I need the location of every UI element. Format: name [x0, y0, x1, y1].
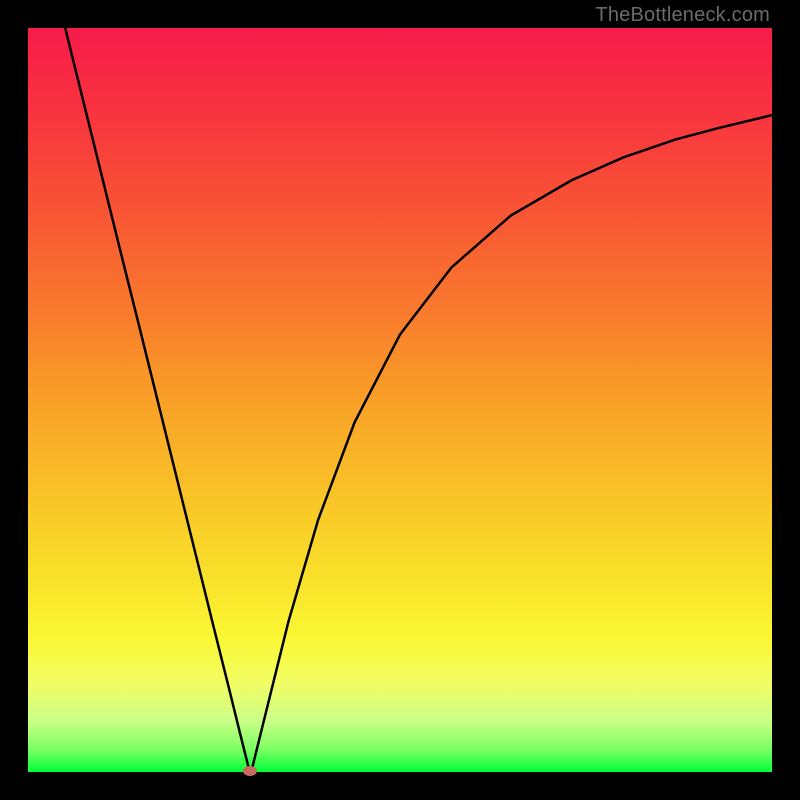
- gradient-background: [28, 28, 772, 772]
- optimum-marker: [243, 766, 257, 776]
- chart-frame: [28, 28, 772, 772]
- bottleneck-chart: [28, 28, 772, 772]
- watermark-text: TheBottleneck.com: [595, 4, 770, 27]
